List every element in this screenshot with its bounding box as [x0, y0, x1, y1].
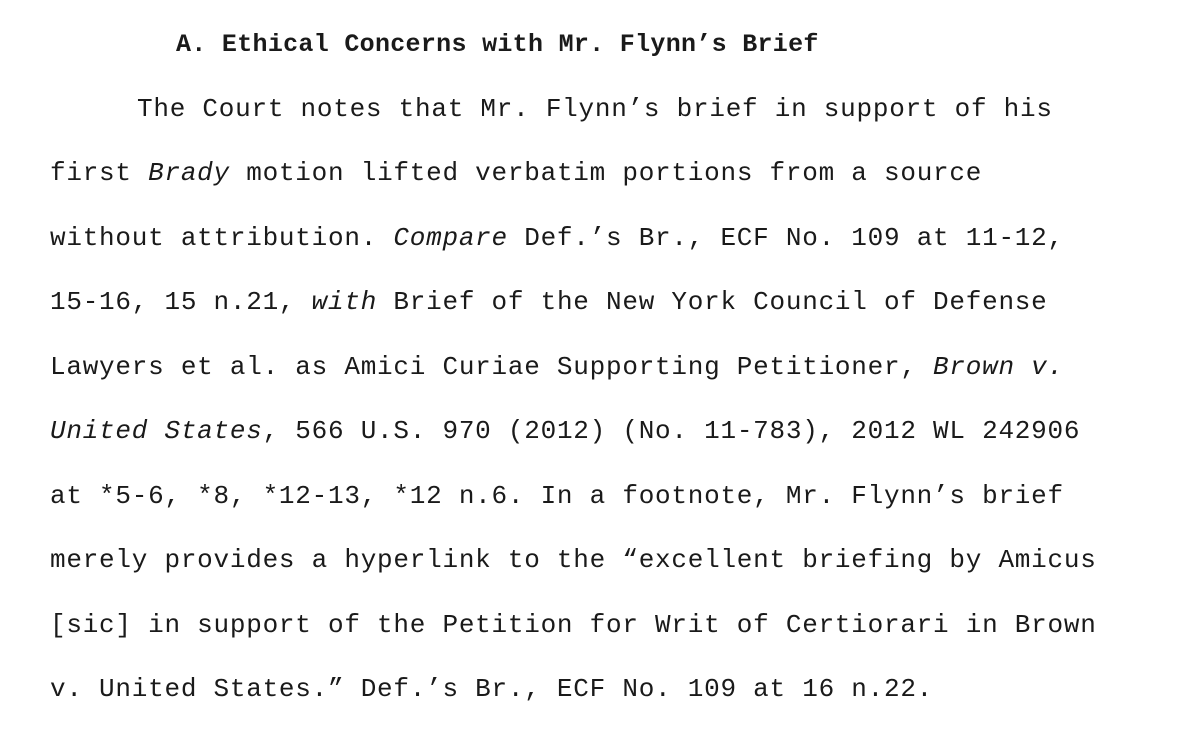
line-5-text-a: Lawyers et al. as Amici Curiae Supportin…: [50, 352, 934, 382]
case-name-brown: Brown v.: [933, 352, 1064, 382]
line-4-text-a: 15-16, 15 n.21,: [50, 287, 312, 317]
paragraph-line-9: [sic] in support of the Petition for Wri…: [50, 610, 1097, 640]
paragraph-line-2: first Brady motion lifted verbatim porti…: [50, 156, 982, 190]
section-heading-label: A.: [176, 30, 207, 59]
paragraph-line-4: 15-16, 15 n.21, with Brief of the New Yo…: [50, 285, 1048, 319]
case-name-brady: Brady: [148, 158, 230, 188]
signal-with: with: [311, 287, 378, 317]
paragraph-line-6: United States, 566 U.S. 970 (2012) (No. …: [50, 414, 1080, 448]
paragraph-line-3: without attribution. Compare Def.’s Br.,…: [50, 221, 1064, 255]
paragraph-line-10: v. United States.” Def.’s Br., ECF No. 1…: [50, 674, 934, 704]
line-3-text-a: without attribution.: [50, 223, 394, 253]
line-6-text-b: , 566 U.S. 970 (2012) (No. 11-783), 2012…: [262, 416, 1081, 446]
paragraph-line-7: at *5-6, *8, *12-13, *12 n.6. In a footn…: [50, 481, 1064, 511]
line-2-text-a: first: [50, 158, 149, 188]
line-2-text-b: motion lifted verbatim portions from a s…: [229, 158, 983, 188]
signal-compare: Compare: [393, 223, 508, 253]
section-heading-title: Ethical Concerns with Mr. Flynn’s Brief: [221, 30, 819, 59]
line-3-text-b: Def.’s Br., ECF No. 109 at 11-12,: [507, 223, 1064, 253]
line-4-text-b: Brief of the New York Council of Defense: [377, 287, 1048, 317]
paragraph-line-5: Lawyers et al. as Amici Curiae Supportin…: [50, 350, 1064, 384]
paragraph-line-1: The Court notes that Mr. Flynn’s brief i…: [137, 94, 1053, 124]
section-heading: A. Ethical Concerns with Mr. Flynn’s Bri…: [176, 28, 819, 62]
paragraph-line-8: merely provides a hyperlink to the “exce…: [50, 545, 1097, 575]
document-page: A. Ethical Concerns with Mr. Flynn’s Bri…: [0, 0, 1200, 731]
case-name-united-states: United States: [50, 416, 263, 446]
